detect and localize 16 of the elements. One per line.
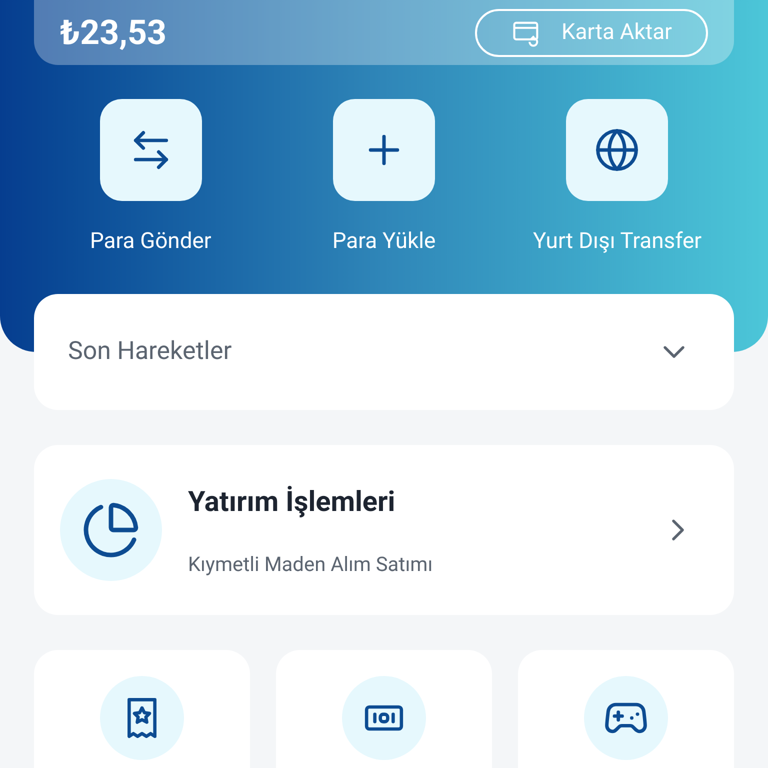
investment-subtitle: Kıymetli Maden Alım Satımı (188, 551, 434, 578)
action-button[interactable] (100, 99, 202, 201)
action-label: Para Gönder (90, 228, 212, 256)
pie-chart-icon (81, 500, 141, 560)
balance-amount: ₺23,53 (60, 16, 167, 50)
investment-title: Yatırım İşlemleri (188, 484, 396, 520)
service-tile[interactable] (34, 650, 250, 768)
investment-card[interactable]: Yatırım İşlemleri Kıymetli Maden Alım Satımı (34, 445, 734, 615)
service-tile[interactable] (276, 650, 492, 768)
action-label: Yurt Dışı Transfer (533, 228, 702, 256)
service-tile[interactable] (518, 650, 734, 768)
recent-transactions-panel[interactable]: Son Hareketler (34, 294, 734, 410)
globe-icon (594, 127, 640, 173)
action-label: Para Yükle (332, 228, 436, 256)
action-button[interactable] (566, 99, 668, 201)
action-button[interactable] (332, 99, 435, 201)
